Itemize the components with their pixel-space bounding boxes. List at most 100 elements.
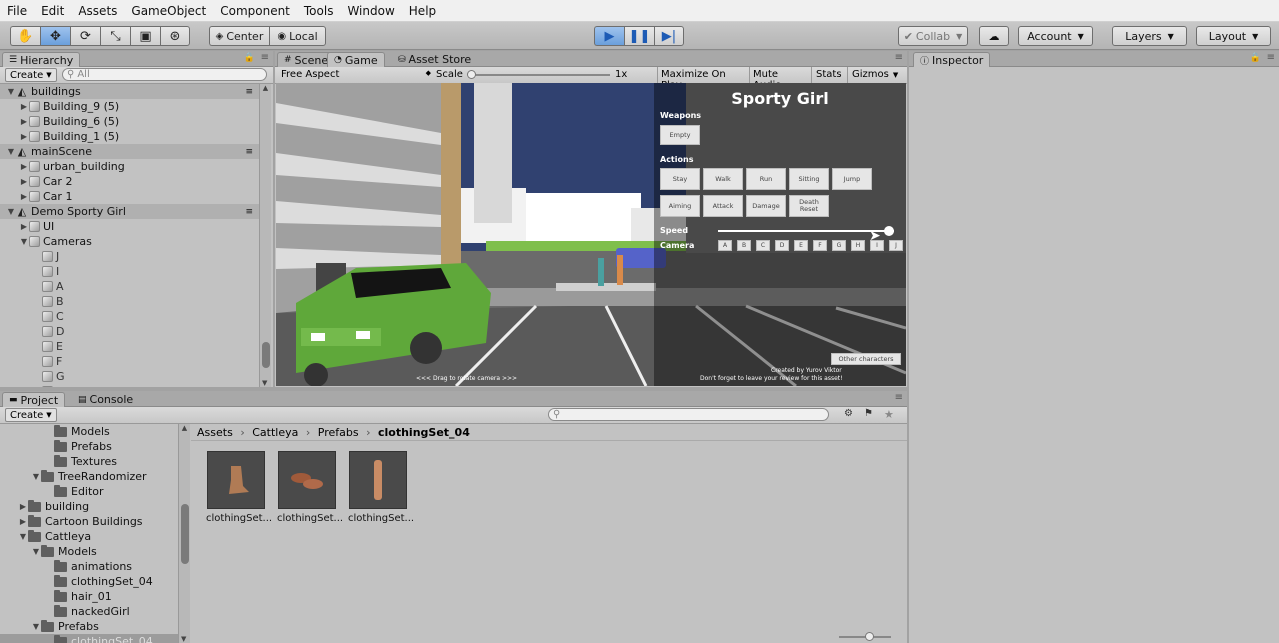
speed-slider[interactable] [718,230,894,232]
other-characters-button[interactable]: Other characters [831,353,901,365]
menu-item-edit[interactable]: Edit [34,4,71,18]
layout-button[interactable]: Layout ▼ [1196,26,1271,46]
hierarchy-row[interactable]: ▶ Car 1 [0,189,259,204]
scroll-down-icon[interactable]: ▼ [181,635,186,643]
camera-h-button[interactable]: H [851,240,865,251]
pivot-local-button[interactable]: ◉ Local [269,26,326,46]
action-aiming-button[interactable]: Aiming [660,195,700,217]
scene-menu-icon[interactable]: ≡ [245,147,253,157]
panel-menu-icon[interactable]: ≡ [261,52,269,63]
tab-hierarchy[interactable]: ☰ Hierarchy [2,52,81,67]
hierarchy-row[interactable]: ▶ UI [0,219,259,234]
move-tool-icon[interactable]: ✥ [40,26,70,46]
breadcrumb-item[interactable]: Prefabs [318,426,359,439]
hierarchy-row[interactable]: F [0,354,259,369]
hierarchy-row[interactable]: ▶ Building_1 (5) [0,129,259,144]
scale-slider[interactable] [470,74,610,76]
project-tree-scrollbar[interactable]: ▲ ▼ [178,424,190,643]
favorite-star-icon[interactable]: ★ [884,408,894,421]
collab-button[interactable]: ✔ Collab ▼ [898,26,968,46]
pause-button[interactable]: ❚❚ [624,26,654,46]
scene-menu-icon[interactable]: ≡ [245,207,253,217]
asset-item[interactable]: clothingSet... [348,451,414,524]
tab-console[interactable]: ▤ Console [72,392,139,407]
chevron-right-icon[interactable]: ▶ [19,162,29,171]
folder-row[interactable]: ▼ TreeRandomizer [0,469,178,484]
chevron-down-icon[interactable]: ▼ [18,532,28,541]
filter-type-icon[interactable]: ⚙ [844,408,853,419]
cloud-button[interactable]: ☁ [979,26,1009,46]
folder-row[interactable]: ▼ Cattleya [0,529,178,544]
gizmos-dropdown[interactable]: Gizmos ▼ [847,67,907,83]
chevron-right-icon[interactable]: ▶ [19,177,29,186]
hierarchy-row[interactable]: C [0,309,259,324]
hierarchy-row[interactable]: ▶ Building_6 (5) [0,114,259,129]
breadcrumb-item[interactable]: Cattleya [252,426,298,439]
rotate-tool-icon[interactable]: ⟳ [70,26,100,46]
layers-button[interactable]: Layers ▼ [1112,26,1187,46]
camera-i-button[interactable]: I [870,240,884,251]
filter-label-icon[interactable]: ⚑ [864,408,873,419]
folder-row[interactable]: ▶ Cartoon Buildings [0,514,178,529]
action-stay-button[interactable]: Stay [660,168,700,190]
tab-project[interactable]: ▬ Project [2,392,66,407]
aspect-dropdown[interactable]: Free Aspect ◆ [281,69,431,80]
menu-item-assets[interactable]: Assets [71,4,124,18]
step-button[interactable]: ▶| [654,26,684,46]
hierarchy-row[interactable]: J [0,249,259,264]
chevron-right-icon[interactable]: ▶ [19,222,29,231]
folder-row[interactable]: Editor [0,484,178,499]
chevron-down-icon[interactable]: ▼ [6,207,16,216]
hierarchy-row[interactable]: G [0,369,259,384]
folder-row[interactable]: clothingSet_04 [0,574,178,589]
lock-icon[interactable]: 🔒 [1250,53,1261,63]
action-sitting-button[interactable]: Sitting [789,168,829,190]
scroll-up-icon[interactable]: ▲ [179,424,190,432]
speed-slider-handle[interactable] [883,226,894,236]
play-button[interactable]: ▶ [594,26,624,46]
hierarchy-scrollbar[interactable]: ▲ ▼ [259,84,271,387]
chevron-right-icon[interactable]: ▶ [19,102,29,111]
weapon-empty-button[interactable]: Empty [660,125,700,145]
hierarchy-row[interactable]: ▶ Building_9 (5) [0,99,259,114]
scroll-thumb[interactable] [181,504,189,564]
panel-menu-icon[interactable]: ≡ [1267,52,1275,63]
breadcrumb-item[interactable]: Assets [197,426,233,439]
chevron-right-icon[interactable]: ▶ [19,132,29,141]
hierarchy-row[interactable]: ▼ ◭ buildings ≡ [0,84,259,99]
camera-j-button[interactable]: J [889,240,903,251]
camera-g-button[interactable]: G [832,240,846,251]
chevron-down-icon[interactable]: ▼ [6,147,16,156]
hierarchy-row[interactable]: ▶ urban_building [0,159,259,174]
menu-item-file[interactable]: File [0,4,34,18]
camera-e-button[interactable]: E [794,240,808,251]
chevron-down-icon[interactable]: ▼ [31,622,41,631]
scroll-up-icon[interactable]: ▲ [260,84,271,92]
menu-item-tools[interactable]: Tools [297,4,341,18]
chevron-down-icon[interactable]: ▼ [19,237,29,246]
folder-row[interactable]: Models [0,424,178,439]
search-input[interactable]: ⚲ All [62,68,267,81]
menu-item-window[interactable]: Window [340,4,401,18]
hierarchy-row[interactable]: D [0,324,259,339]
folder-row[interactable]: hair_01 [0,589,178,604]
project-search-input[interactable]: ⚲ [548,408,829,421]
icon-size-slider-handle[interactable] [865,632,874,641]
transform-tool-icon[interactable]: ⊛ [160,26,190,46]
maximize-on-play-toggle[interactable]: Maximize On Play [657,67,749,91]
panel-menu-icon[interactable]: ≡ [895,52,903,63]
account-button[interactable]: Account ▼ [1018,26,1093,46]
camera-a-button[interactable]: A [718,240,732,251]
menu-item-component[interactable]: Component [213,4,297,18]
hierarchy-row[interactable]: I [0,264,259,279]
hierarchy-row[interactable]: H [0,384,259,387]
tab-game[interactable]: ◔ Game [327,52,385,67]
chevron-right-icon[interactable]: ▶ [19,117,29,126]
create-button[interactable]: Create ▼ [5,68,57,82]
hierarchy-row[interactable]: A [0,279,259,294]
hierarchy-row[interactable]: ▼ ◭ mainScene ≡ [0,144,259,159]
menu-item-gameobject[interactable]: GameObject [124,4,213,18]
rect-tool-icon[interactable]: ▣ [130,26,160,46]
hierarchy-row[interactable]: ▼ ◭ Demo Sporty Girl ≡ [0,204,259,219]
stats-toggle[interactable]: Stats [811,67,847,83]
